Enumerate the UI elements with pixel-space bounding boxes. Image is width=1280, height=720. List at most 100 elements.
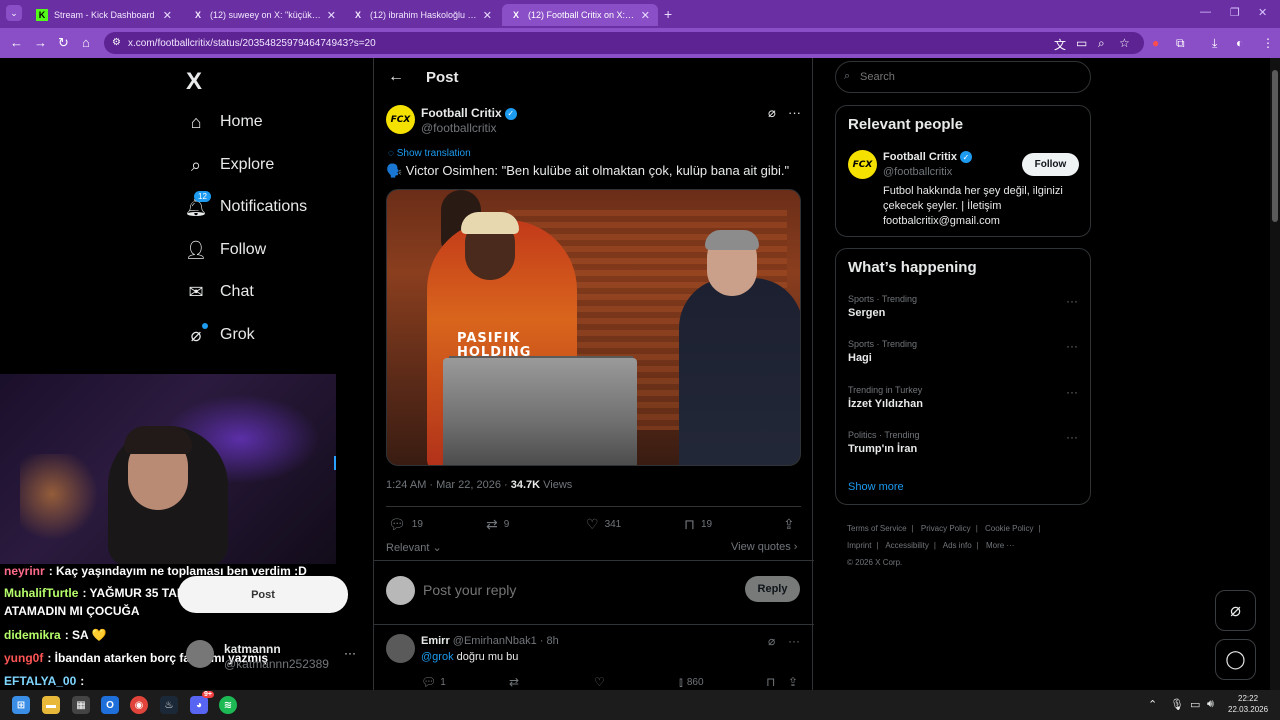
avatar[interactable]: FCX [848,150,877,179]
more-icon[interactable]: ··· [1066,339,1078,353]
new-tab-icon[interactable]: + [664,6,672,22]
avatar[interactable] [386,634,415,663]
extension-icon[interactable]: ● [1152,36,1159,50]
store-icon[interactable]: ▦ [72,696,90,714]
reply-action[interactable]: 💬︎ 19 [388,516,423,533]
more-icon[interactable]: ··· [1066,385,1078,399]
window-close-icon[interactable]: ✕ [1258,6,1267,19]
nav-home[interactable]: ⌂ Home [186,107,263,137]
repost-action[interactable]: ⇄ 9 [486,516,509,533]
footer-link[interactable]: Ads info [943,541,972,550]
trend-item[interactable]: Politics · Trending Trump'ın İran ··· [848,430,1078,455]
tab-football-critix[interactable]: X (12) Football Critix on X: "Vi ✕ [502,4,658,26]
bookmark-star-icon[interactable]: ☆ [1119,36,1130,50]
footer-link[interactable]: Privacy Policy [921,524,971,533]
trend-item[interactable]: Trending in Turkey İzzet Yıldızhan ··· [848,385,1078,410]
tab-search-icon[interactable]: ⌄ [6,5,22,21]
grok-icon[interactable]: ⌀ [768,105,776,121]
close-icon[interactable]: ✕ [483,9,492,22]
outlook-icon[interactable]: O [101,696,119,714]
more-icon[interactable]: ··· [1066,294,1078,308]
reload-icon[interactable]: ↻ [58,35,69,51]
steam-icon[interactable]: ♨ [160,696,178,714]
footer-link[interactable]: More ··· [986,541,1014,550]
account-name[interactable]: katmannn [224,642,281,656]
scrollbar[interactable] [1270,58,1280,690]
grok-fab[interactable]: ⌀ [1215,590,1256,631]
trend-item[interactable]: Sports · Trending Sergen ··· [848,294,1078,319]
reply-action[interactable]: 💬︎ 1 [421,675,446,689]
more-icon[interactable]: ··· [788,105,801,120]
profile-avatar-icon[interactable]: ◐ [1236,36,1243,50]
address-bar[interactable]: ⚙ x.com/footballcritix/status/2035482597… [104,32,1144,54]
close-icon[interactable]: ✕ [641,9,650,22]
tab-suweey[interactable]: X (12) suweey on X: "küçük bir ka ✕ [184,4,344,26]
chrome-icon[interactable]: ◉ [130,696,148,714]
tweet-image[interactable]: PASIFIK HOLDING [386,189,801,466]
footer-link[interactable]: Imprint [847,541,871,550]
x-logo-icon[interactable]: X [186,68,202,96]
share-action[interactable]: ⇪ [783,516,801,533]
network-icon[interactable]: ▭ [1190,698,1200,711]
cast-icon[interactable]: ▭ [1076,36,1087,50]
site-info-icon[interactable]: ⚙ [112,37,121,48]
account-handle[interactable]: @footballcritix [883,166,952,178]
bookmark-action[interactable]: ⊓ 19 [684,516,712,533]
nav-explore[interactable]: ⌕ Explore [186,150,274,180]
minimize-icon[interactable]: — [1200,6,1211,18]
follow-button[interactable]: Follow [1022,153,1079,176]
back-arrow-icon[interactable]: ← [388,68,404,86]
search-input[interactable] [835,61,1091,93]
reply-button[interactable]: Reply [745,576,800,602]
author-handle[interactable]: @footballcritix [421,121,497,135]
show-more-link[interactable]: Show more [848,481,904,493]
forward-icon[interactable]: → [34,35,47,50]
mention-link[interactable]: @grok [421,651,454,663]
reply-input[interactable] [423,582,723,598]
chat-fab[interactable]: ◯ [1215,639,1256,680]
discord-icon[interactable]: ◕ 9+ [190,691,214,714]
footer-link[interactable]: Accessibility [885,541,929,550]
start-icon[interactable]: ⊞ [12,696,30,714]
reply-author[interactable]: Emirr @EmirhanNbak1 · 8h [421,635,559,647]
view-quotes-link[interactable]: View quotes › [731,541,797,553]
trend-item[interactable]: Sports · Trending Hagi ··· [848,339,1078,364]
account-name[interactable]: Football Critix ✓ [883,151,972,164]
nav-follow[interactable]: 👤︎ Follow [185,235,267,265]
more-icon[interactable]: ··· [1066,430,1078,444]
tab-kick-dashboard[interactable]: K Stream - Kick Dashboard ✕ [28,4,180,26]
zoom-icon[interactable]: ⌕ [1098,36,1105,51]
sort-replies-dropdown[interactable]: Relevant ⌄ [386,541,442,554]
post-button[interactable]: Post [178,576,348,613]
nav-notifications[interactable]: 🔔︎ 12 Notifications [185,191,307,222]
microphone-icon[interactable]: 🎙︎ [1170,698,1184,711]
system-clock[interactable]: 22:22 22.03.2026 [1228,693,1268,715]
like-action[interactable]: ♡ [594,675,609,689]
share-action[interactable]: ⇪ [788,675,802,689]
like-action[interactable]: ♡ 341 [586,516,621,533]
maximize-icon[interactable]: ❐ [1230,6,1240,19]
home-icon[interactable]: ⌂ [82,35,90,50]
scrollbar-thumb[interactable] [1272,70,1278,222]
bookmark-action[interactable]: ⊓ [766,675,779,689]
views-action[interactable]: ⫾ 860 [679,675,704,690]
translate-icon[interactable]: 文 [1054,36,1066,53]
volume-icon[interactable]: 🔊︎ [1207,698,1214,711]
grok-icon[interactable]: ⌀ [768,634,775,648]
repost-action[interactable]: ⇄ [509,675,523,689]
more-icon[interactable]: ··· [344,646,356,660]
author-name[interactable]: Football Critix ✓ [421,106,517,120]
avatar[interactable] [186,640,214,668]
extensions-puzzle-icon[interactable]: ⧉ [1176,36,1185,51]
author-avatar[interactable]: FCX [386,105,415,134]
footer-link[interactable]: Cookie Policy [985,524,1033,533]
browser-menu-icon[interactable]: ⋮ [1262,36,1274,50]
tab-ibrahim[interactable]: X (12) ibrahim Haskoloğlu on X: " ✕ [344,4,500,26]
more-icon[interactable]: ··· [788,634,800,648]
back-icon[interactable]: ← [10,35,23,50]
close-icon[interactable]: ✕ [163,9,172,22]
file-explorer-icon[interactable]: ▬ [42,696,60,714]
close-icon[interactable]: ✕ [327,9,336,22]
footer-link[interactable]: Terms of Service [847,524,907,533]
tray-overflow-icon[interactable]: ⌃ [1148,698,1157,711]
